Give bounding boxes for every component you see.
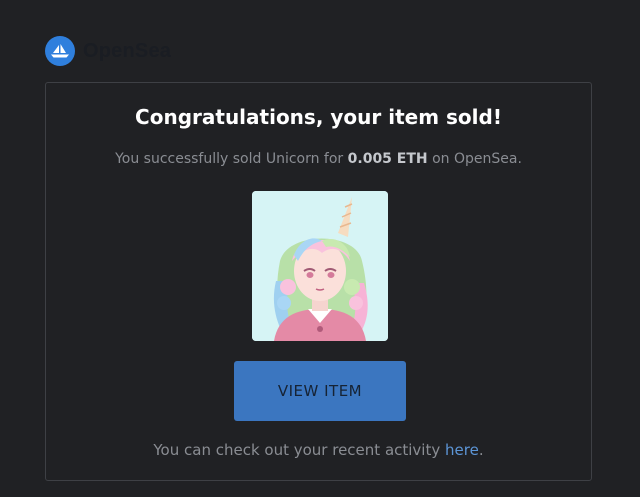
view-item-button[interactable]: VIEW ITEM	[234, 361, 406, 421]
sale-price: 0.005 ETH	[347, 151, 428, 167]
page-title: Congratulations, your item sold!	[135, 105, 502, 129]
footer-text: You can check out your recent activity h…	[46, 441, 591, 459]
message-suffix: on OpenSea.	[427, 151, 522, 167]
sale-message: You successfully sold Unicorn for 0.005 …	[46, 151, 591, 167]
boat-icon	[45, 36, 75, 66]
brand-name: OpenSea	[83, 39, 172, 62]
footer-suffix: .	[478, 441, 484, 459]
activity-link[interactable]: here	[445, 441, 479, 459]
footer-prefix: You can check out your recent activity	[153, 441, 445, 459]
sale-notification-card: Congratulations, your item sold! You suc…	[45, 82, 592, 481]
brand-header: OpenSea	[45, 36, 171, 66]
message-prefix: You successfully sold Unicorn for	[115, 151, 348, 167]
unicorn-avatar-image[interactable]	[252, 191, 388, 341]
